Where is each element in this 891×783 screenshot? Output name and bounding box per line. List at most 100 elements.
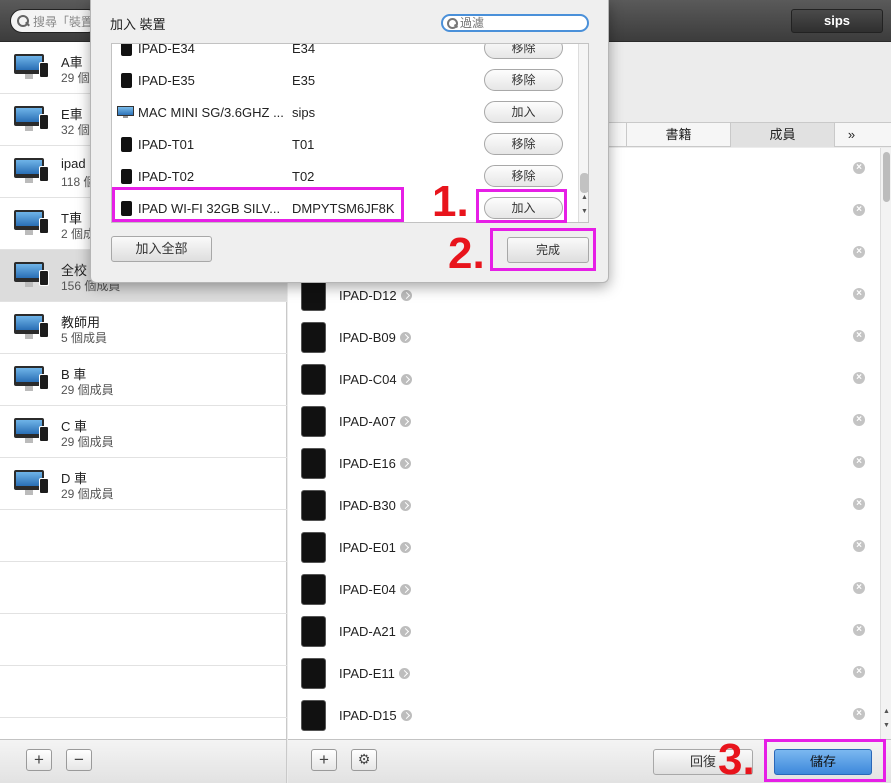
arrow-right-icon[interactable] [399, 542, 411, 553]
device-row[interactable]: IPAD-E34 E34 移除 [112, 43, 578, 64]
arrow-right-icon[interactable] [398, 668, 410, 679]
remove-member-icon[interactable]: × [853, 372, 865, 384]
remove-member-icon[interactable]: × [853, 204, 865, 216]
member-row[interactable]: IPAD-B09 × [288, 316, 880, 358]
arrow-right-icon[interactable] [400, 710, 412, 721]
group-devices-icon [14, 106, 49, 134]
arrow-right-icon[interactable] [399, 584, 411, 595]
scrollbar-thumb[interactable] [580, 173, 588, 193]
arrow-right-icon[interactable] [400, 290, 412, 301]
member-name: IPAD-E16 [339, 456, 396, 471]
tab-books[interactable]: 書籍 [626, 123, 730, 147]
group-devices-icon [14, 54, 49, 82]
tablet-icon [301, 322, 326, 353]
scroll-down-icon[interactable]: ▼ [580, 208, 588, 215]
member-row[interactable]: IPAD-A21 × [288, 610, 880, 652]
add-device-button[interactable]: 加入 [484, 101, 563, 123]
member-list-scrollbar[interactable]: ▲ ▼ [880, 148, 891, 739]
member-name: IPAD-E11 [339, 666, 395, 681]
tablet-icon [301, 532, 326, 563]
remove-group-button[interactable]: − [66, 749, 92, 771]
remove-member-icon[interactable]: × [853, 582, 865, 594]
search-field[interactable]: 搜尋「裝置 [10, 9, 100, 33]
group-item[interactable]: C 車 29 個成員 [0, 406, 287, 458]
device-id: sips [292, 105, 316, 120]
group-devices-icon [14, 262, 49, 290]
member-name: IPAD-C04 [339, 372, 397, 387]
remove-member-icon[interactable]: × [853, 288, 865, 300]
device-row[interactable]: IPAD-T01 T01 移除 [112, 128, 578, 160]
member-row[interactable]: IPAD-E16 × [288, 442, 880, 484]
tablet-icon [301, 280, 326, 311]
remove-device-button[interactable]: 移除 [484, 165, 563, 187]
scrollbar-thumb[interactable] [883, 152, 890, 202]
group-count: 5 個成員 [61, 331, 108, 345]
remove-member-icon[interactable]: × [853, 162, 865, 174]
arrow-right-icon[interactable] [399, 416, 411, 427]
arrow-right-icon[interactable] [399, 332, 411, 343]
device-name: IPAD-E35 [138, 73, 195, 88]
tab-more[interactable]: » [834, 123, 868, 147]
member-row[interactable]: IPAD-E11 × [288, 652, 880, 694]
highlight-device-row [112, 187, 404, 222]
empty-row [0, 614, 287, 666]
highlight-add-button [476, 189, 567, 223]
device-row[interactable]: IPAD-E35 E35 移除 [112, 64, 578, 96]
device-list-scrollbar[interactable]: ▲ ▼ [578, 44, 588, 222]
member-row[interactable]: IPAD-C04 × [288, 358, 880, 400]
remove-member-icon[interactable]: × [853, 540, 865, 552]
tablet-icon [301, 616, 326, 647]
settings-gear-icon[interactable]: ⚙ [351, 749, 377, 771]
highlight-save-button [764, 739, 886, 782]
remove-member-icon[interactable]: × [853, 666, 865, 678]
device-id: T01 [292, 137, 315, 152]
member-row[interactable]: IPAD-D15 × [288, 694, 880, 736]
group-toolbar: + − [0, 739, 287, 783]
step-1-label: 1. [432, 177, 469, 226]
member-row[interactable]: IPAD-B30 × [288, 484, 880, 526]
arrow-right-icon[interactable] [400, 374, 412, 385]
scroll-up-icon[interactable]: ▲ [882, 708, 891, 715]
member-name: IPAD-B09 [339, 330, 396, 345]
add-all-button[interactable]: 加入全部 [111, 236, 212, 262]
remove-member-icon[interactable]: × [853, 456, 865, 468]
remove-member-icon[interactable]: × [853, 330, 865, 342]
group-count: 29 個成員 [61, 487, 114, 501]
device-name: IPAD-E34 [138, 43, 195, 56]
member-row[interactable]: IPAD-E04 × [288, 568, 880, 610]
remove-member-icon[interactable]: × [853, 246, 865, 258]
group-item[interactable]: D 車 29 個成員 [0, 458, 287, 510]
device-id: T02 [292, 169, 315, 184]
remove-device-button[interactable]: 移除 [484, 133, 563, 155]
add-member-button[interactable]: + [311, 749, 337, 771]
filter-field[interactable] [441, 14, 589, 32]
remove-member-icon[interactable]: × [853, 624, 865, 636]
member-row[interactable]: IPAD-E01 × [288, 526, 880, 568]
remove-device-button[interactable]: 移除 [484, 69, 563, 91]
remove-member-icon[interactable]: × [853, 414, 865, 426]
group-devices-icon [14, 470, 49, 498]
member-name: IPAD-D12 [339, 288, 397, 303]
remove-member-icon[interactable]: × [853, 498, 865, 510]
arrow-right-icon[interactable] [399, 500, 411, 511]
arrow-right-icon[interactable] [399, 458, 411, 469]
search-placeholder: 搜尋「裝置 [33, 14, 94, 29]
filter-input[interactable] [460, 16, 580, 30]
scroll-down-icon[interactable]: ▼ [882, 722, 891, 729]
arrow-right-icon[interactable] [399, 626, 411, 637]
monitor-icon [117, 106, 134, 118]
add-group-button[interactable]: + [26, 749, 52, 771]
remove-device-button[interactable]: 移除 [484, 44, 563, 59]
group-devices-icon [14, 418, 49, 446]
empty-row [0, 666, 287, 718]
tab-members[interactable]: 成員 [730, 123, 834, 147]
group-devices-icon [14, 158, 49, 186]
device-row[interactable]: MAC MINI SG/3.6GHZ ... sips 加入 [112, 96, 578, 128]
group-item[interactable]: 教師用 5 個成員 [0, 302, 287, 354]
remove-member-icon[interactable]: × [853, 708, 865, 720]
group-item[interactable]: B 車 29 個成員 [0, 354, 287, 406]
device-id: E34 [292, 43, 316, 56]
member-row[interactable]: IPAD-A07 × [288, 400, 880, 442]
user-menu-button[interactable]: sips [791, 9, 883, 33]
scroll-up-icon[interactable]: ▲ [580, 194, 588, 201]
